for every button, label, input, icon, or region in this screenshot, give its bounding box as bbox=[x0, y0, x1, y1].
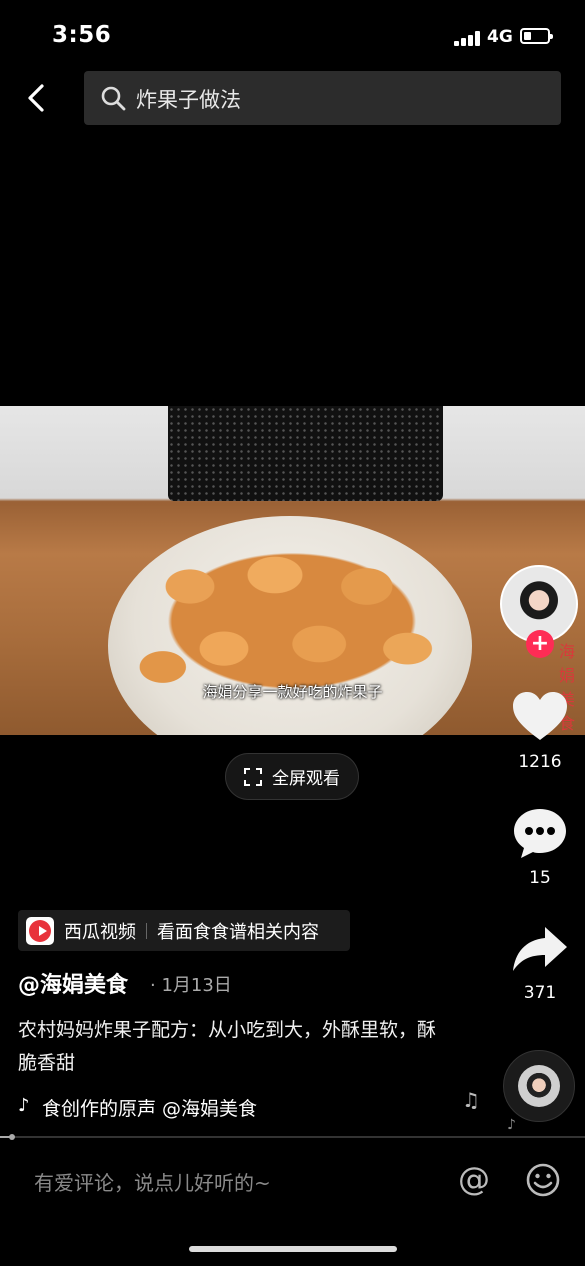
post-date: · 1月13日 bbox=[150, 975, 232, 996]
xigua-name: 西瓜视频 bbox=[64, 921, 136, 943]
share-icon[interactable] bbox=[511, 925, 569, 973]
xigua-divider bbox=[146, 922, 147, 939]
like-icon[interactable] bbox=[511, 690, 569, 742]
like-count: 1216 bbox=[518, 752, 562, 772]
music-note-icon: ♫ bbox=[462, 1088, 480, 1112]
signal-icon bbox=[454, 30, 480, 46]
post-description: 农村妈妈炸果子配方：从小吃到大，外酥里软，酥脆香甜 bbox=[18, 1019, 437, 1074]
fullscreen-button[interactable]: 全屏观看 bbox=[225, 753, 359, 800]
status-time: 3:56 bbox=[52, 22, 112, 48]
progress-handle[interactable] bbox=[9, 1134, 15, 1140]
fullscreen-label: 全屏观看 bbox=[272, 769, 340, 789]
comment-icon[interactable] bbox=[511, 806, 569, 860]
xigua-banner[interactable]: 西瓜视频 看面食食谱相关内容 bbox=[18, 910, 350, 951]
tiktok-icon: ♪ bbox=[18, 1095, 30, 1116]
fullscreen-icon bbox=[244, 767, 262, 786]
comment-count: 15 bbox=[529, 868, 551, 888]
search-query[interactable]: 炸果子做法 bbox=[136, 84, 241, 114]
follow-button[interactable]: + bbox=[526, 630, 554, 658]
battery-icon bbox=[520, 28, 553, 44]
music-title[interactable]: 食创作的原声 @海娟美食 bbox=[42, 1094, 257, 1121]
comment-input[interactable]: 有爱评论，说点儿好听的~ bbox=[34, 1167, 271, 1196]
xigua-link[interactable]: 看面食食谱相关内容 bbox=[157, 918, 319, 944]
progress-track[interactable] bbox=[0, 1136, 585, 1138]
video-subtitle: 海娟分享一款好吃的炸果子 bbox=[202, 683, 383, 701]
video-player[interactable]: 海娟分享一款好吃的炸果子 bbox=[0, 406, 585, 735]
share-count: 371 bbox=[523, 983, 557, 1003]
emoji-icon[interactable] bbox=[525, 1162, 561, 1198]
video-person bbox=[168, 406, 443, 501]
xigua-logo-icon bbox=[26, 916, 54, 945]
music-note-icon: ♪ bbox=[507, 1117, 516, 1133]
home-indicator[interactable] bbox=[189, 1246, 397, 1252]
back-icon[interactable] bbox=[20, 80, 56, 116]
network-type: 4G bbox=[487, 27, 513, 47]
search-icon bbox=[101, 86, 126, 111]
mention-at-icon[interactable]: @ bbox=[458, 1160, 490, 1198]
music-disc-cover bbox=[518, 1065, 560, 1107]
author-name[interactable]: @海娟美食 bbox=[18, 967, 128, 999]
